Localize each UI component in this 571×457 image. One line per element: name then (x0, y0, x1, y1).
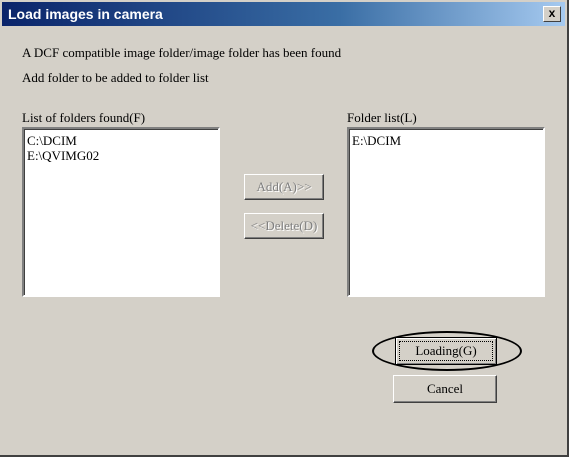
title-bar[interactable]: Load images in camera x (2, 2, 565, 26)
found-list-label: List of folders found(F) (22, 110, 146, 125)
found-folders-listbox[interactable]: C:\DCIM E:\QVIMG02 (22, 127, 220, 297)
list-item[interactable]: C:\DCIM (24, 133, 218, 148)
delete-button[interactable]: <<Delete(D) (244, 213, 324, 239)
instruction-message: Add folder to be added to folder list (22, 70, 209, 85)
loading-button[interactable]: Loading(G) (395, 337, 497, 365)
folder-listbox[interactable]: E:\DCIM (347, 127, 545, 297)
load-images-dialog: Load images in camera x A DCF compatible… (0, 0, 569, 457)
cancel-button[interactable]: Cancel (393, 375, 497, 403)
list-item[interactable]: E:\QVIMG02 (24, 148, 218, 163)
add-button[interactable]: Add(A)>> (244, 174, 324, 200)
window-title: Load images in camera (8, 6, 163, 22)
found-message: A DCF compatible image folder/image fold… (22, 45, 342, 60)
folder-list-label: Folder list(L) (347, 110, 417, 125)
list-item[interactable]: E:\DCIM (349, 133, 543, 148)
close-button[interactable]: x (543, 6, 561, 22)
